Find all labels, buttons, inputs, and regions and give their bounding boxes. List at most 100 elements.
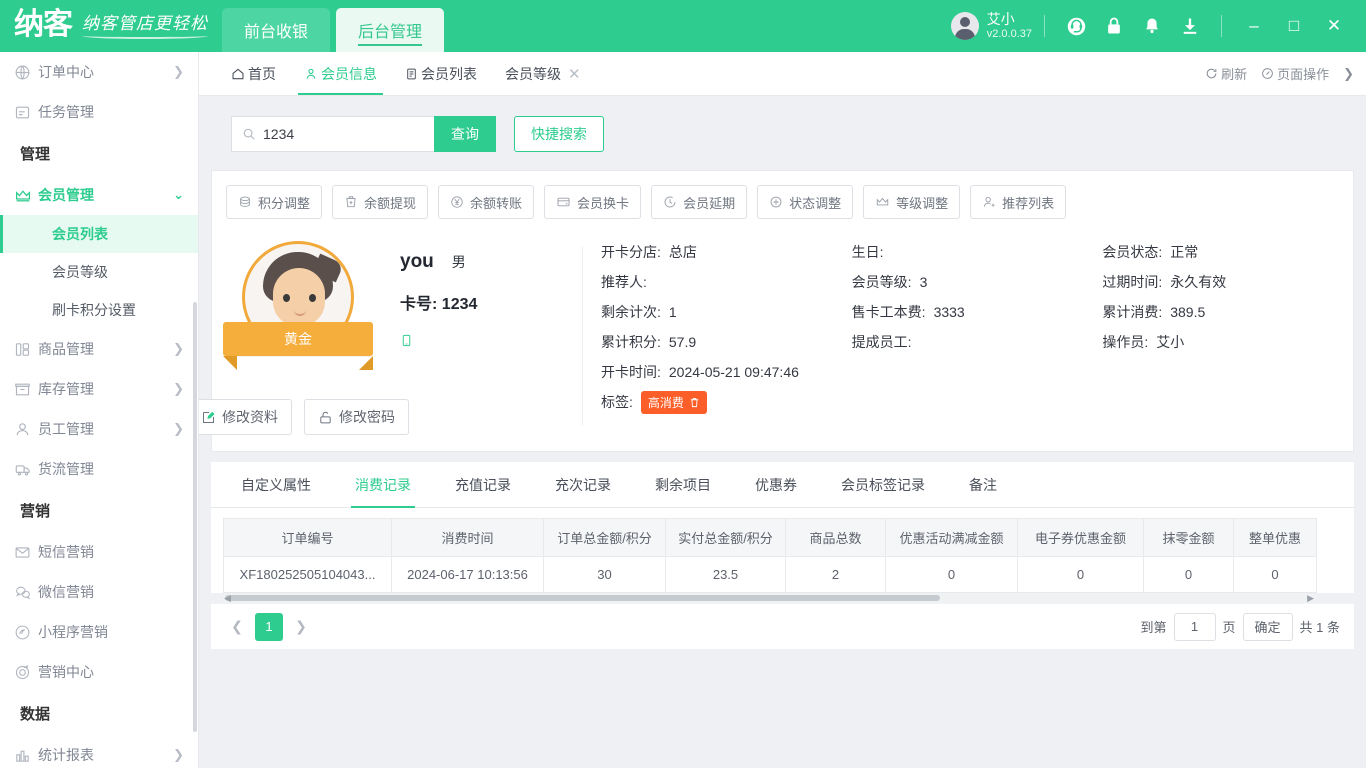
sidebar-label: 货流管理 bbox=[38, 461, 94, 477]
topnav-item-cashier[interactable]: 前台收银 bbox=[222, 8, 331, 52]
member-avatar-block: 黄金 修改资料 修改密码 bbox=[199, 237, 409, 435]
tab-bar: 首页 会员信息 会员列表 会员等级 ✕ 刷新 页面操作 ❯ bbox=[199, 52, 1366, 96]
table-header-cell[interactable]: 消费时间 bbox=[391, 518, 544, 557]
tab-home[interactable]: 首页 bbox=[217, 52, 290, 95]
sidebar-item-member-list[interactable]: 会员列表 bbox=[0, 215, 198, 253]
expand-tabs-button[interactable]: ❯ bbox=[1343, 66, 1354, 82]
sidebar-item-task-management[interactable]: 任务管理 bbox=[0, 92, 198, 132]
sidebar-item-sms-marketing[interactable]: 短信营销 bbox=[0, 532, 198, 572]
maximize-button[interactable]: □ bbox=[1274, 6, 1314, 46]
referral-list-button[interactable]: 推荐列表 bbox=[970, 185, 1067, 219]
query-button[interactable]: 查询 bbox=[434, 116, 496, 152]
sidebar-label: 订单中心 bbox=[38, 64, 94, 80]
refresh-button[interactable]: 刷新 bbox=[1205, 64, 1247, 83]
subtab-member-tag-records[interactable]: 会员标签记录 bbox=[819, 462, 947, 507]
table-header-cell[interactable]: 抹零金额 bbox=[1143, 518, 1234, 557]
sidebar-item-statistics-report[interactable]: 统计报表 ❯ bbox=[0, 735, 198, 768]
tab-bar-actions: 刷新 页面操作 ❯ bbox=[1205, 52, 1366, 95]
topnav-item-admin[interactable]: 后台管理 bbox=[336, 8, 445, 52]
sidebar-item-wechat-marketing[interactable]: 微信营销 bbox=[0, 572, 198, 612]
subtab-recharge-records[interactable]: 充值记录 bbox=[433, 462, 533, 507]
goto-page-input[interactable]: 1 bbox=[1173, 612, 1216, 641]
quick-search-button[interactable]: 快捷搜索 bbox=[514, 116, 604, 152]
page-number-1[interactable]: 1 bbox=[255, 612, 283, 641]
sidebar-scrollbar[interactable] bbox=[193, 302, 197, 732]
trash-icon[interactable] bbox=[689, 397, 700, 408]
app-slogan-block: 纳客管店更轻松 bbox=[82, 9, 208, 39]
tab-member-info[interactable]: 会员信息 bbox=[290, 52, 391, 95]
subtab-coupons[interactable]: 优惠券 bbox=[733, 462, 819, 507]
subtab-consumption-records[interactable]: 消费记录 bbox=[333, 462, 433, 508]
table-cell: 0 bbox=[1143, 556, 1234, 593]
member-avatar: 黄金 bbox=[223, 241, 373, 370]
sidebar-label: 营销中心 bbox=[38, 664, 94, 680]
subtab-remarks[interactable]: 备注 bbox=[947, 462, 1019, 507]
tab-member-list[interactable]: 会员列表 bbox=[391, 52, 491, 95]
table-horizontal-scrollbar[interactable]: ◀ ▶ bbox=[223, 593, 1316, 603]
crown-icon bbox=[875, 195, 890, 209]
prev-page-button[interactable]: ❮ bbox=[223, 613, 251, 641]
minimize-button[interactable]: – bbox=[1234, 6, 1274, 46]
member-tag[interactable]: 高消费 bbox=[640, 390, 707, 414]
table-header-cell[interactable]: 实付总金额/积分 bbox=[665, 518, 786, 557]
search-input[interactable]: 1234 bbox=[231, 116, 434, 152]
headset-icon[interactable] bbox=[1057, 7, 1095, 45]
change-card-button[interactable]: 会员换卡 bbox=[544, 185, 642, 219]
detail-tab-bar: 自定义属性 消费记录 充值记录 充次记录 剩余项目 优惠券 会员标签记录 备注 bbox=[211, 462, 1354, 508]
sidebar-item-staff-management[interactable]: 员工管理 ❯ bbox=[0, 409, 198, 449]
download-icon[interactable] bbox=[1171, 7, 1209, 45]
subtab-label: 备注 bbox=[969, 476, 997, 493]
balance-withdraw-button[interactable]: 余额提现 bbox=[332, 185, 429, 219]
user-icon bbox=[14, 421, 36, 438]
table-row[interactable]: XF180252505104043... 2024-06-17 10:13:56… bbox=[223, 556, 1317, 593]
truck-icon bbox=[14, 461, 36, 478]
balance-transfer-button[interactable]: 余额转账 bbox=[438, 185, 535, 219]
table-header-cell[interactable]: 订单编号 bbox=[223, 518, 392, 557]
level-adjust-button[interactable]: 等级调整 bbox=[863, 185, 961, 219]
sidebar-item-inventory-management[interactable]: 库存管理 ❯ bbox=[0, 369, 198, 409]
scroll-right-icon[interactable]: ▶ bbox=[1307, 593, 1314, 604]
yuan-icon bbox=[450, 195, 464, 209]
subtab-custom-attributes[interactable]: 自定义属性 bbox=[219, 462, 333, 507]
page-action-button[interactable]: 页面操作 bbox=[1261, 64, 1329, 83]
bell-icon[interactable] bbox=[1133, 7, 1171, 45]
subtab-label: 优惠券 bbox=[755, 476, 797, 493]
table-header-cell[interactable]: 订单总金额/积分 bbox=[543, 518, 666, 557]
field-label: 操作员: bbox=[1102, 334, 1149, 350]
subtab-count-recharge-records[interactable]: 充次记录 bbox=[533, 462, 633, 507]
edit-profile-button[interactable]: 修改资料 bbox=[199, 399, 292, 435]
table-header-cell[interactable]: 电子券优惠金额 bbox=[1017, 518, 1144, 557]
phone-icon[interactable] bbox=[400, 331, 582, 350]
sidebar-item-member-level[interactable]: 会员等级 bbox=[0, 253, 198, 291]
sidebar-item-member-management[interactable]: 会员管理 ⌄ bbox=[0, 175, 198, 215]
sidebar-sub-label: 会员等级 bbox=[52, 264, 108, 280]
sidebar-item-miniprogram-marketing[interactable]: 小程序营销 bbox=[0, 612, 198, 652]
points-adjust-button[interactable]: 积分调整 bbox=[226, 185, 323, 219]
table-header-cell[interactable]: 整单优惠 bbox=[1233, 518, 1317, 557]
topnav-label-admin: 后台管理 bbox=[358, 23, 423, 41]
sidebar-item-logistics-management[interactable]: 货流管理 bbox=[0, 449, 198, 489]
member-extend-button[interactable]: 会员延期 bbox=[651, 185, 748, 219]
next-page-button[interactable]: ❯ bbox=[287, 613, 315, 641]
lock-icon[interactable] bbox=[1095, 7, 1133, 45]
member-name-row: you 男 bbox=[400, 251, 582, 273]
field-value: 3333 bbox=[933, 304, 965, 320]
coins-icon bbox=[238, 195, 252, 209]
scrollbar-thumb[interactable] bbox=[225, 595, 940, 601]
user-menu[interactable]: 艾小 v2.0.0.37 bbox=[950, 11, 1032, 40]
status-adjust-button[interactable]: 状态调整 bbox=[757, 185, 854, 219]
goto-confirm-button[interactable]: 确定 bbox=[1242, 612, 1293, 641]
sidebar-item-card-points-settings[interactable]: 刷卡积分设置 bbox=[0, 291, 198, 329]
table-header-cell[interactable]: 商品总数 bbox=[785, 518, 886, 557]
subtab-remaining-items[interactable]: 剩余项目 bbox=[633, 462, 733, 507]
close-icon[interactable]: ✕ bbox=[568, 65, 581, 83]
close-button[interactable]: ✕ bbox=[1314, 6, 1354, 46]
table-header-cell[interactable]: 优惠活动满减金额 bbox=[885, 518, 1018, 557]
sidebar-item-goods-management[interactable]: 商品管理 ❯ bbox=[0, 329, 198, 369]
sidebar-label: 员工管理 bbox=[38, 421, 94, 437]
scroll-left-icon[interactable]: ◀ bbox=[224, 593, 231, 604]
sidebar-item-marketing-center[interactable]: 营销中心 bbox=[0, 652, 198, 692]
sidebar-item-order-center[interactable]: 订单中心 ❯ bbox=[0, 52, 198, 92]
tab-member-level[interactable]: 会员等级 ✕ bbox=[491, 52, 595, 95]
refresh-label: 刷新 bbox=[1221, 67, 1248, 82]
